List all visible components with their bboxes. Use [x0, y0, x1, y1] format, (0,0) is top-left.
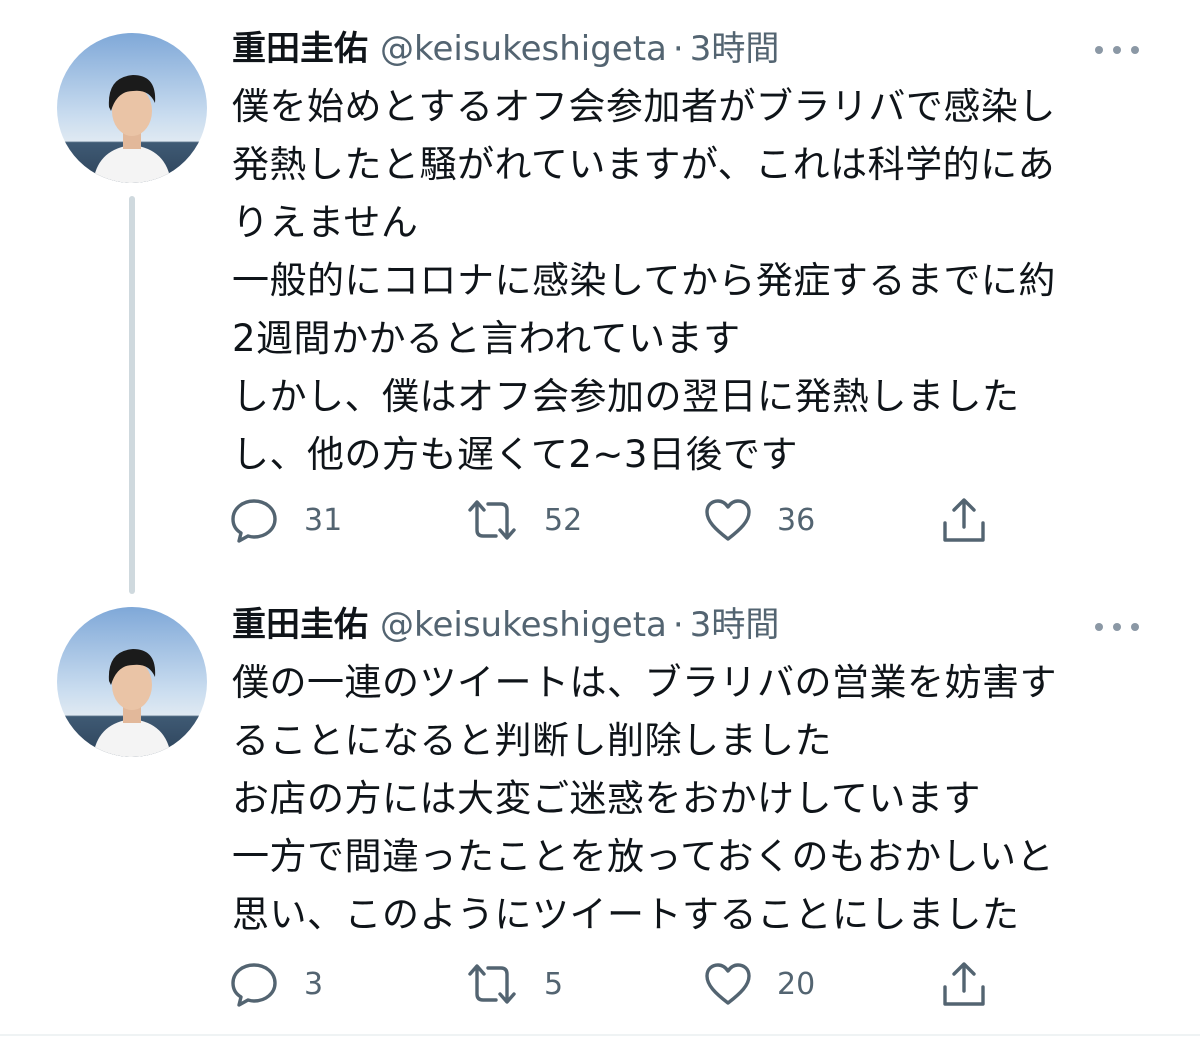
- display-name[interactable]: 重田圭佑: [232, 605, 368, 645]
- tweet-text: 僕の一連のツイートは、ブラリバの営業を妨害す ることになると判断し削除しました …: [232, 654, 1162, 944]
- reply-button[interactable]: 3: [228, 954, 323, 1014]
- like-count: 36: [777, 502, 816, 538]
- speech-bubble-icon: [231, 499, 277, 543]
- tweet-text-line: りえません: [232, 201, 419, 244]
- tweet-text: 僕を始めとするオフ会参加者がブラリバで感染し 発熱したと騒がれていますが、これは…: [232, 78, 1162, 484]
- ellipsis-icon[interactable]: [1095, 40, 1139, 60]
- tweet-text-line: ることになると判断し削除しました: [232, 719, 832, 762]
- divider: [0, 1034, 1200, 1036]
- tweet-text-line: 僕の一連のツイートは、ブラリバの営業を妨害す: [232, 661, 1057, 704]
- retweet-button[interactable]: 5: [464, 954, 563, 1014]
- share-upload-icon: [943, 962, 985, 1006]
- tweet-actions: 3 5 20: [228, 954, 1008, 1014]
- tweet-text-line: 2週間かかると言われています: [232, 317, 741, 360]
- separator-dot: ·: [672, 29, 684, 69]
- tweet-header: 重田圭佑 @keisukeshigeta · 3時間: [232, 24, 779, 74]
- tweet-text-line: 僕を始めとするオフ会参加者がブラリバで感染し: [232, 85, 1056, 128]
- like-count: 20: [777, 966, 816, 1002]
- reply-count: 3: [304, 966, 324, 1002]
- user-handle[interactable]: @keisukeshigeta: [380, 29, 667, 69]
- tweet-text-line: 一般的にコロナに感染してから発症するまでに約: [232, 259, 1056, 302]
- tweet-text-line: お店の方には大変ご迷惑をおかけしています: [232, 777, 981, 820]
- avatar[interactable]: [57, 607, 207, 757]
- speech-bubble-icon: [231, 963, 277, 1007]
- avatar[interactable]: [57, 33, 207, 183]
- share-button[interactable]: [940, 490, 988, 550]
- retweet-count: 52: [544, 502, 583, 538]
- like-button[interactable]: 36: [703, 490, 815, 550]
- tweet-text-line: 思い、このようにツイートすることにしました: [232, 893, 1020, 936]
- share-button[interactable]: [940, 954, 988, 1014]
- heart-icon: [705, 499, 751, 541]
- like-button[interactable]: 20: [703, 954, 815, 1014]
- tweet-text-line: 発熱したと騒がれていますが、これは科学的にあ: [232, 143, 1056, 186]
- tweet-text-line: 一方で間違ったことを放っておくのもおかしいと: [232, 835, 1055, 878]
- tweet[interactable]: 重田圭佑 @keisukeshigeta · 3時間 僕を始めとするオフ会参加者がブラ…: [0, 0, 1200, 594]
- tweet-header: 重田圭佑 @keisukeshigeta · 3時間: [232, 600, 779, 650]
- timestamp[interactable]: 3時間: [690, 605, 780, 645]
- retweet-arrows-icon: [468, 500, 516, 540]
- ellipsis-icon[interactable]: [1095, 617, 1139, 637]
- timestamp[interactable]: 3時間: [690, 29, 780, 69]
- tweet-actions: 31 52 36: [228, 490, 1008, 550]
- tweet-text-line: しかし、僕はオフ会参加の翌日に発熱しました: [232, 375, 1020, 418]
- user-handle[interactable]: @keisukeshigeta: [380, 605, 667, 645]
- share-upload-icon: [943, 498, 985, 542]
- retweet-button[interactable]: 52: [464, 490, 582, 550]
- retweet-count: 5: [544, 966, 564, 1002]
- separator-dot: ·: [672, 605, 684, 645]
- tweet[interactable]: 重田圭佑 @keisukeshigeta · 3時間 僕の一連のツイートは、ブラリバの…: [0, 590, 1200, 1039]
- reply-button[interactable]: 31: [228, 490, 342, 550]
- display-name[interactable]: 重田圭佑: [232, 29, 368, 69]
- retweet-arrows-icon: [468, 964, 516, 1004]
- tweet-text-line: し、他の方も遅くて2~3日後です: [232, 433, 798, 476]
- reply-count: 31: [304, 502, 343, 538]
- thread-connector-line: [129, 196, 135, 594]
- heart-icon: [705, 963, 751, 1005]
